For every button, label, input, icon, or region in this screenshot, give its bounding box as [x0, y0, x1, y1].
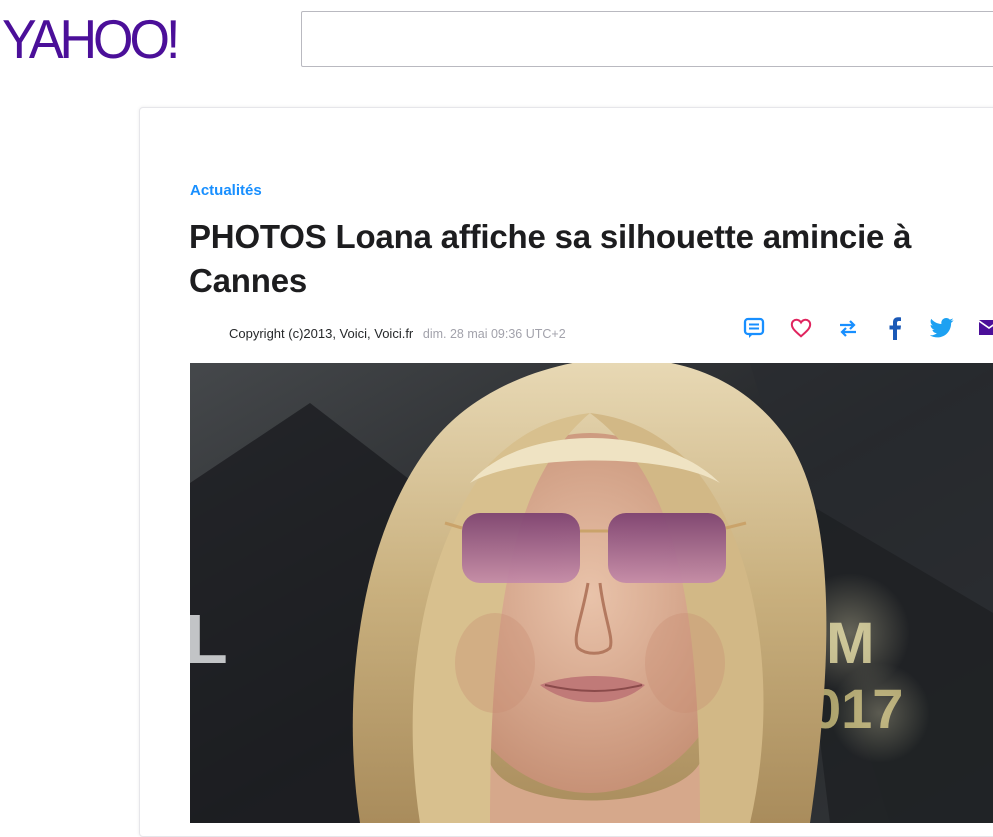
mail-icon	[979, 320, 993, 335]
article-title: PHOTOS Loana affiche sa silhouette aminc…	[189, 218, 912, 299]
article-photo[interactable]: L IM 017	[190, 363, 993, 823]
backdrop-text-left: L	[190, 600, 228, 678]
comment-button[interactable]	[738, 314, 770, 342]
byline-source: Voici.fr	[374, 326, 414, 341]
article-byline: Copyright (c)2013, Voici, Voici.fr dim. …	[229, 326, 566, 341]
favorite-button[interactable]	[785, 314, 817, 342]
facebook-share-button[interactable]	[879, 314, 911, 342]
search-input[interactable]	[301, 11, 993, 67]
retweet-button[interactable]	[832, 314, 864, 342]
twitter-icon	[930, 318, 954, 338]
photo-illustration: L IM 017	[190, 363, 993, 823]
share-bar	[738, 314, 993, 342]
heart-icon	[790, 318, 812, 338]
facebook-icon	[889, 317, 901, 340]
byline-copyright: Copyright (c)2013, Voici,	[229, 326, 371, 341]
mail-share-button[interactable]	[973, 314, 993, 342]
byline-date: dim. 28 mai 09:36 UTC+2	[422, 327, 566, 341]
twitter-share-button[interactable]	[926, 314, 958, 342]
comment-icon	[743, 317, 765, 338]
retweet-icon	[840, 320, 856, 337]
yahoo-logo[interactable]: YAHOO!	[2, 13, 180, 68]
article-category-link[interactable]: Actualités	[190, 182, 262, 199]
